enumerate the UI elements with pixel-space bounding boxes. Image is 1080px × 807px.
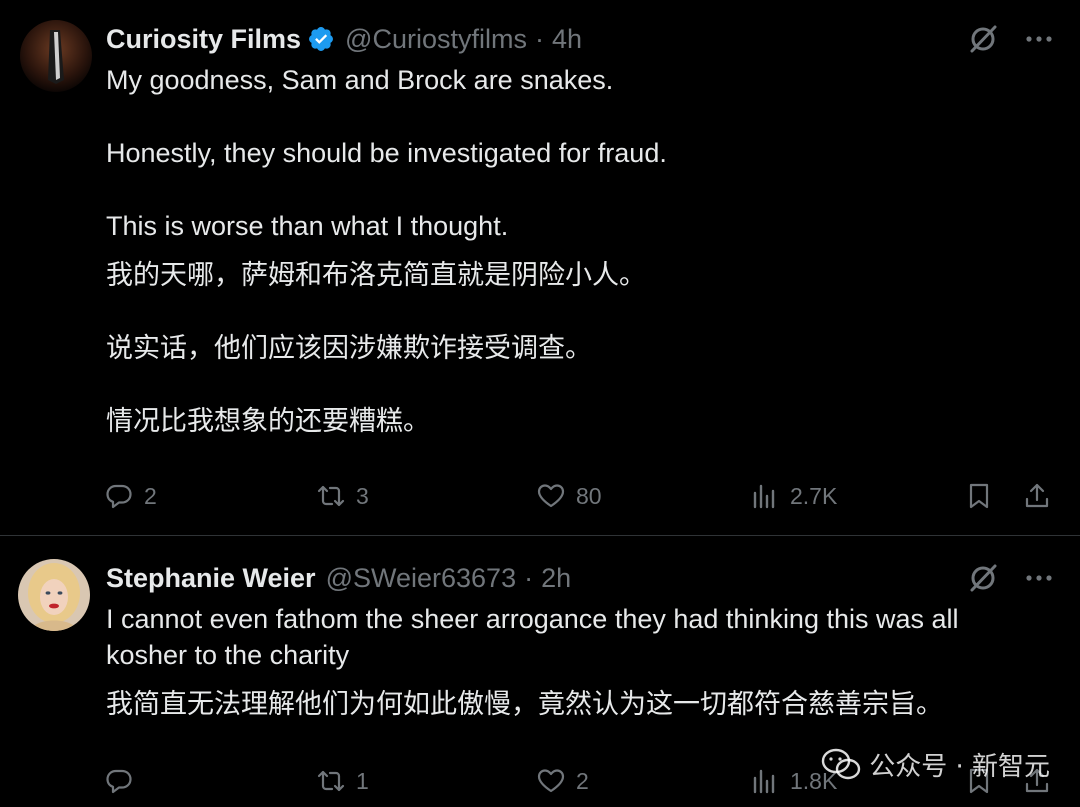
repost-icon bbox=[317, 770, 345, 792]
like-icon bbox=[537, 484, 565, 508]
like-button[interactable]: 2 bbox=[536, 761, 589, 801]
reply-count: 2 bbox=[144, 482, 157, 509]
views-button[interactable]: 2.7K bbox=[750, 476, 837, 516]
views-icon bbox=[753, 769, 775, 794]
repost-count: 1 bbox=[356, 767, 369, 794]
share-button[interactable] bbox=[1022, 476, 1052, 516]
tweet-header: Stephanie Weier @SWeier63673 · 2h bbox=[106, 561, 571, 595]
avatar[interactable] bbox=[18, 559, 90, 631]
tweet-body: I cannot even fathom the sheer arrogance… bbox=[106, 601, 1020, 723]
tweet-text-en-3: This is worse than what I thought. bbox=[106, 211, 509, 241]
tweet-top-actions bbox=[966, 561, 1056, 600]
tweet-text-en-1: I cannot even fathom the sheer arrogance… bbox=[106, 604, 959, 670]
share-icon bbox=[1025, 483, 1049, 508]
like-icon bbox=[537, 769, 565, 793]
repost-count: 3 bbox=[356, 482, 369, 509]
repost-button[interactable]: 1 bbox=[316, 761, 369, 801]
like-button[interactable]: 80 bbox=[536, 476, 602, 516]
reply-icon bbox=[106, 484, 132, 509]
separator-dot: · bbox=[524, 563, 534, 593]
more-icon[interactable] bbox=[1022, 561, 1056, 600]
grok-icon[interactable] bbox=[966, 22, 1000, 61]
timestamp[interactable]: 2h bbox=[541, 561, 571, 595]
bookmark-icon bbox=[969, 483, 989, 509]
display-name[interactable]: Stephanie Weier bbox=[106, 561, 316, 595]
separator-dot: · bbox=[534, 24, 544, 54]
tweet-text-zh-2: 说实话，他们应该因涉嫌欺诈接受调查。 bbox=[106, 333, 592, 364]
grok-icon[interactable] bbox=[966, 561, 1000, 600]
bookmark-button[interactable] bbox=[964, 476, 994, 516]
tweet-header: Curiosity Films @Curiostyfilms · 4h bbox=[106, 22, 582, 56]
tweet-top-actions bbox=[966, 22, 1056, 61]
views-icon bbox=[753, 484, 775, 509]
tweet-actions: 2 3 80 2.7K bbox=[104, 476, 1058, 516]
tweet-text-zh-1: 我的天哪，萨姆和布洛克简直就是阴险小人。 bbox=[106, 260, 646, 291]
avatar[interactable] bbox=[20, 20, 92, 92]
view-count: 2.7K bbox=[790, 482, 838, 509]
repost-icon bbox=[317, 485, 345, 507]
wechat-watermark: 公众号 · 新智元 bbox=[821, 746, 1050, 783]
verified-badge-icon bbox=[307, 25, 335, 53]
handle[interactable]: @SWeier63673 bbox=[326, 561, 517, 595]
reply-button[interactable]: 2 bbox=[104, 476, 157, 516]
watermark-text: 公众号 · 新智元 bbox=[869, 752, 1050, 782]
tweet-curiosity-films[interactable]: Curiosity Films @Curiostyfilms · 4h My g… bbox=[0, 0, 1080, 536]
display-name[interactable]: Curiosity Films bbox=[106, 22, 301, 56]
timestamp[interactable]: 4h bbox=[552, 22, 582, 56]
tweet-text-zh-3: 情况比我想象的还要糟糕。 bbox=[106, 406, 430, 437]
like-count: 2 bbox=[576, 767, 589, 794]
tweet-text-en-2: Honestly, they should be investigated fo… bbox=[106, 138, 667, 168]
wechat-icon bbox=[822, 748, 861, 779]
like-count: 80 bbox=[576, 482, 602, 509]
tweet-text-zh-1: 我简直无法理解他们为何如此傲慢，竟然认为这一切都符合慈善宗旨。 bbox=[106, 689, 943, 720]
tweet-body: My goodness, Sam and Brock are snakes. H… bbox=[106, 62, 1020, 440]
reply-button[interactable] bbox=[104, 761, 144, 801]
tweet-text-en-1: My goodness, Sam and Brock are snakes. bbox=[106, 65, 614, 95]
handle[interactable]: @Curiostyfilms bbox=[345, 22, 527, 56]
repost-button[interactable]: 3 bbox=[316, 476, 369, 516]
more-icon[interactable] bbox=[1022, 22, 1056, 61]
reply-icon bbox=[106, 769, 132, 794]
